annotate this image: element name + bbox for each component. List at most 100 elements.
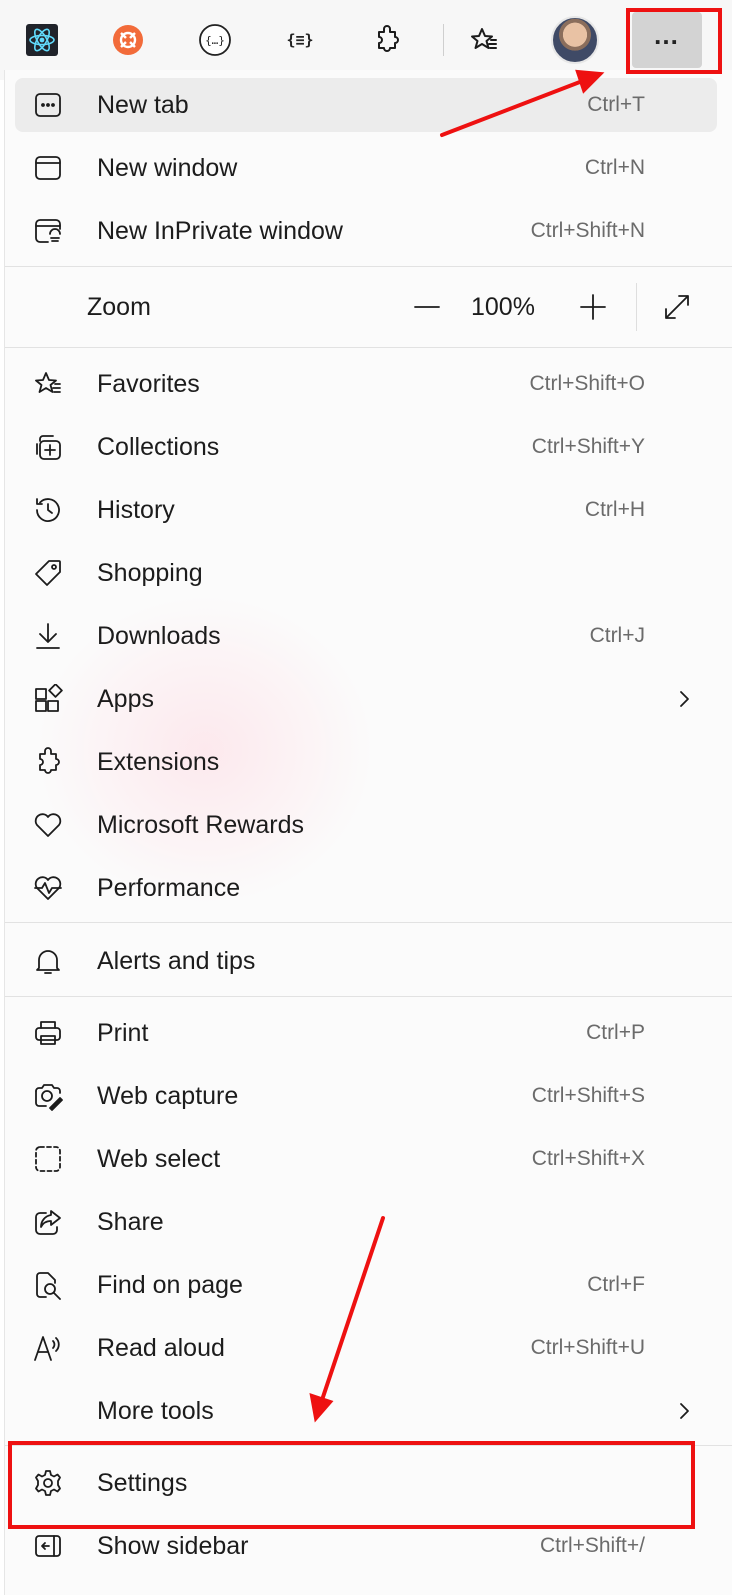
menu-item-label: Downloads bbox=[97, 622, 221, 650]
menu-item-label: New InPrivate window bbox=[97, 217, 343, 245]
toolbar-separator bbox=[443, 24, 444, 56]
zoom-row: Zoom 100% bbox=[15, 269, 717, 345]
more-button[interactable]: … bbox=[632, 12, 702, 68]
menu-item-find-on-page[interactable]: Find on page Ctrl+F bbox=[15, 1258, 717, 1312]
menu-item-shortcut: Ctrl+Shift+/ bbox=[539, 1534, 645, 1557]
menu-item-shortcut: Ctrl+F bbox=[587, 1273, 645, 1296]
menu-item-extensions[interactable]: Extensions bbox=[15, 735, 717, 789]
menu-item-label: Print bbox=[97, 1019, 149, 1047]
react-devtools-icon[interactable] bbox=[14, 14, 70, 66]
menu-item-shortcut: Ctrl+J bbox=[589, 624, 645, 647]
menu-item-label: Find on page bbox=[97, 1271, 243, 1299]
menu-item-shortcut: Ctrl+P bbox=[586, 1021, 645, 1044]
share-icon bbox=[33, 1207, 63, 1237]
fullscreen-button[interactable] bbox=[657, 287, 697, 327]
zoom-in-button[interactable] bbox=[573, 287, 613, 327]
menu-item-microsoft-rewards[interactable]: Microsoft Rewards bbox=[15, 798, 717, 852]
menu-item-label: Alerts and tips bbox=[97, 947, 256, 975]
menu-item-shortcut: Ctrl+Shift+U bbox=[530, 1336, 645, 1359]
extensions-icon[interactable] bbox=[359, 14, 415, 66]
web-capture-icon bbox=[33, 1081, 63, 1111]
menu-item-settings[interactable]: Settings bbox=[15, 1456, 717, 1510]
json-viewer-icon[interactable]: {…} bbox=[187, 14, 243, 66]
settings-and-more-menu: New tab Ctrl+T New window Ctrl+N New InP… bbox=[4, 70, 732, 1595]
menu-divider bbox=[5, 922, 732, 923]
svg-text:{…}: {…} bbox=[205, 34, 225, 47]
fullscreen-icon bbox=[665, 295, 689, 319]
menu-item-collections[interactable]: Collections Ctrl+Shift+Y bbox=[15, 420, 717, 474]
menu-item-label: Shopping bbox=[97, 559, 203, 587]
menu-item-read-aloud[interactable]: Read aloud Ctrl+Shift+U bbox=[15, 1321, 717, 1375]
menu-item-label: Apps bbox=[97, 685, 154, 713]
menu-item-shortcut: Ctrl+Shift+N bbox=[530, 219, 645, 242]
new-window-icon bbox=[33, 153, 63, 183]
json-formatter-icon[interactable]: {≡} bbox=[272, 14, 328, 66]
zoom-separator bbox=[636, 283, 637, 331]
favorites-icon[interactable] bbox=[456, 14, 512, 66]
menu-item-history[interactable]: History Ctrl+H bbox=[15, 483, 717, 537]
menu-item-new-inprivate-window[interactable]: New InPrivate window Ctrl+Shift+N bbox=[15, 204, 717, 258]
menu-item-label: Settings bbox=[97, 1469, 188, 1497]
read-aloud-icon bbox=[33, 1333, 63, 1363]
menu-item-shopping[interactable]: Shopping bbox=[15, 546, 717, 600]
menu-item-share[interactable]: Share bbox=[15, 1195, 717, 1249]
menu-item-label: More tools bbox=[97, 1397, 214, 1425]
zoom-label: Zoom bbox=[87, 293, 151, 321]
chevron-right-icon bbox=[680, 1403, 689, 1419]
menu-item-new-window[interactable]: New window Ctrl+N bbox=[15, 141, 717, 195]
heart-icon bbox=[33, 810, 63, 840]
menu-item-show-sidebar[interactable]: Show sidebar Ctrl+Shift+/ bbox=[15, 1519, 717, 1573]
web-select-icon bbox=[33, 1144, 63, 1174]
menu-item-shortcut: Ctrl+T bbox=[587, 93, 645, 116]
find-on-page-icon bbox=[33, 1270, 63, 1300]
history-icon bbox=[33, 495, 63, 525]
menu-item-apps[interactable]: Apps bbox=[15, 672, 717, 726]
printer-icon bbox=[33, 1018, 63, 1048]
postman-icon[interactable] bbox=[100, 14, 156, 66]
gear-icon bbox=[33, 1468, 63, 1498]
menu-item-print[interactable]: Print Ctrl+P bbox=[15, 1006, 717, 1060]
extensions-icon bbox=[33, 747, 63, 777]
menu-item-web-select[interactable]: Web select Ctrl+Shift+X bbox=[15, 1132, 717, 1186]
menu-item-label: Read aloud bbox=[97, 1334, 225, 1362]
apps-icon bbox=[33, 684, 63, 714]
menu-item-label: History bbox=[97, 496, 175, 524]
menu-item-label: New tab bbox=[97, 91, 189, 119]
favorites-icon bbox=[33, 369, 63, 399]
menu-item-label: Web capture bbox=[97, 1082, 239, 1110]
menu-divider bbox=[5, 347, 732, 348]
menu-item-shortcut: Ctrl+N bbox=[584, 156, 645, 179]
menu-item-more-tools[interactable]: More tools bbox=[15, 1384, 717, 1438]
menu-item-label: Show sidebar bbox=[97, 1532, 249, 1560]
profile-avatar[interactable] bbox=[547, 14, 603, 66]
menu-item-web-capture[interactable]: Web capture Ctrl+Shift+S bbox=[15, 1069, 717, 1123]
menu-divider bbox=[5, 266, 732, 267]
zoom-out-button[interactable] bbox=[407, 287, 447, 327]
chevron-right-icon bbox=[680, 691, 689, 707]
collections-icon bbox=[33, 432, 63, 462]
menu-item-shortcut: Ctrl+Shift+Y bbox=[531, 435, 645, 458]
menu-item-label: Extensions bbox=[97, 748, 220, 776]
performance-heartbeat-icon bbox=[33, 873, 63, 903]
menu-item-shortcut: Ctrl+Shift+X bbox=[531, 1147, 645, 1170]
minus-icon bbox=[414, 306, 440, 308]
menu-item-label: Favorites bbox=[97, 370, 200, 398]
menu-item-label: New window bbox=[97, 154, 238, 182]
menu-divider bbox=[5, 996, 732, 997]
menu-item-shortcut: Ctrl+Shift+S bbox=[531, 1084, 645, 1107]
new-tab-icon bbox=[33, 90, 63, 120]
menu-item-new-tab[interactable]: New tab Ctrl+T bbox=[15, 78, 717, 132]
inprivate-window-icon bbox=[33, 216, 63, 246]
menu-item-label: Web select bbox=[97, 1145, 221, 1173]
menu-item-label: Performance bbox=[97, 874, 241, 902]
more-icon: … bbox=[653, 20, 681, 50]
menu-item-favorites[interactable]: Favorites Ctrl+Shift+O bbox=[15, 357, 717, 411]
zoom-value: 100% bbox=[471, 293, 535, 321]
menu-item-alerts-and-tips[interactable]: Alerts and tips bbox=[15, 934, 717, 988]
menu-item-shortcut: Ctrl+H bbox=[584, 498, 645, 521]
menu-item-label: Collections bbox=[97, 433, 220, 461]
browser-toolbar: {…} {≡} … bbox=[0, 0, 732, 80]
sidebar-icon bbox=[33, 1531, 63, 1561]
menu-item-performance[interactable]: Performance bbox=[15, 861, 717, 915]
menu-item-downloads[interactable]: Downloads Ctrl+J bbox=[15, 609, 717, 663]
